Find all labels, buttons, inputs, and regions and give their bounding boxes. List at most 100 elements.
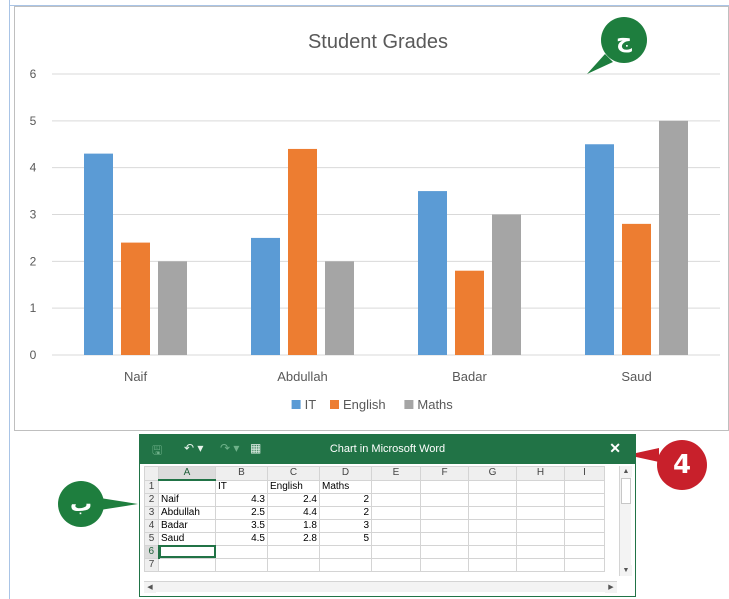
- row-header[interactable]: 1: [144, 479, 159, 494]
- cell[interactable]: 2: [319, 505, 372, 520]
- cell[interactable]: English: [267, 479, 320, 494]
- cell[interactable]: 2.8: [267, 531, 320, 546]
- row-header[interactable]: 4: [144, 518, 159, 533]
- cell[interactable]: [564, 492, 605, 507]
- horizontal-scrollbar[interactable]: ◀ ▶: [144, 581, 617, 593]
- cell[interactable]: [267, 557, 320, 572]
- cell[interactable]: [468, 492, 517, 507]
- cell[interactable]: [371, 531, 421, 546]
- row-header[interactable]: 3: [144, 505, 159, 520]
- cell[interactable]: [564, 557, 605, 572]
- cell[interactable]: [564, 531, 605, 546]
- column-header[interactable]: H: [516, 466, 565, 481]
- cell[interactable]: [420, 505, 469, 520]
- cell[interactable]: [319, 544, 372, 559]
- cell[interactable]: [468, 557, 517, 572]
- cell[interactable]: [371, 557, 421, 572]
- vertical-scrollbar[interactable]: ▲ ▼: [619, 466, 632, 576]
- cell[interactable]: [516, 518, 565, 533]
- cell[interactable]: 2.5: [215, 505, 268, 520]
- cell[interactable]: Saud: [158, 531, 216, 546]
- close-button[interactable]: ✕: [609, 440, 621, 457]
- spreadsheet-grid[interactable]: A B C D E F G H I 1 IT English Maths 2 N…: [144, 466, 605, 572]
- cell[interactable]: [158, 479, 216, 494]
- scroll-down-icon[interactable]: ▼: [620, 565, 632, 576]
- cell[interactable]: [564, 544, 605, 559]
- cell[interactable]: [516, 505, 565, 520]
- cell[interactable]: [468, 544, 517, 559]
- y-tick-label: 1: [30, 301, 37, 315]
- cell[interactable]: [319, 557, 372, 572]
- table-row: 7: [144, 557, 605, 572]
- cell[interactable]: [420, 479, 469, 494]
- y-tick-label: 3: [30, 208, 37, 222]
- cell[interactable]: [564, 505, 605, 520]
- cell[interactable]: [468, 531, 517, 546]
- cell[interactable]: 3.5: [215, 518, 268, 533]
- cell[interactable]: [516, 479, 565, 494]
- cell[interactable]: [371, 479, 421, 494]
- table-row: 3 Abdullah 2.5 4.4 2: [144, 505, 605, 520]
- active-cell[interactable]: [158, 544, 216, 559]
- row-header[interactable]: 6: [144, 544, 160, 559]
- cell[interactable]: [468, 518, 517, 533]
- cell[interactable]: [420, 492, 469, 507]
- cell[interactable]: [420, 518, 469, 533]
- chart-frame[interactable]: Student Grades 0 1 2 3 4 5 6 Naif Abdullah Badar Sa…: [14, 6, 729, 431]
- cell[interactable]: 4.5: [215, 531, 268, 546]
- column-header[interactable]: F: [420, 466, 469, 481]
- cell[interactable]: [468, 505, 517, 520]
- cell[interactable]: [215, 557, 268, 572]
- row-header[interactable]: 2: [144, 492, 159, 507]
- scroll-up-icon[interactable]: ▲: [620, 466, 632, 477]
- cell[interactable]: [420, 544, 469, 559]
- cell[interactable]: 4.4: [267, 505, 320, 520]
- cell[interactable]: [371, 518, 421, 533]
- cell[interactable]: [420, 557, 469, 572]
- column-header[interactable]: C: [267, 466, 320, 481]
- chart-badge-pointer: [587, 54, 613, 74]
- cell[interactable]: Badar: [158, 518, 216, 533]
- cell[interactable]: [158, 557, 216, 572]
- cell[interactable]: [420, 531, 469, 546]
- cell[interactable]: Naif: [158, 492, 216, 507]
- cell[interactable]: [371, 505, 421, 520]
- cell[interactable]: [564, 518, 605, 533]
- cell[interactable]: [516, 544, 565, 559]
- cell[interactable]: 1.8: [267, 518, 320, 533]
- cell[interactable]: 5: [319, 531, 372, 546]
- column-header[interactable]: G: [468, 466, 517, 481]
- cell[interactable]: [267, 544, 320, 559]
- cell[interactable]: [371, 492, 421, 507]
- cell[interactable]: 2.4: [267, 492, 320, 507]
- cell[interactable]: [215, 544, 268, 559]
- row-header[interactable]: 5: [144, 531, 159, 546]
- column-header[interactable]: A: [158, 466, 216, 481]
- excel-data-window[interactable]: 🖫 ↶ ▾ ↷ ▾ ▦ Chart in Microsoft Word ✕ A …: [139, 434, 636, 597]
- cell[interactable]: Abdullah: [158, 505, 216, 520]
- cell[interactable]: [516, 557, 565, 572]
- bar-english-abdullah: [288, 148, 317, 355]
- cell[interactable]: 3: [319, 518, 372, 533]
- scroll-left-icon[interactable]: ◀: [144, 582, 156, 593]
- column-header[interactable]: B: [215, 466, 268, 481]
- select-all-corner[interactable]: [144, 466, 159, 481]
- cell[interactable]: [468, 479, 517, 494]
- cell[interactable]: 2: [319, 492, 372, 507]
- bar-maths-saud: [659, 120, 688, 355]
- cell[interactable]: IT: [215, 479, 268, 494]
- cell[interactable]: Maths: [319, 479, 372, 494]
- cell[interactable]: [564, 479, 605, 494]
- column-header[interactable]: I: [564, 466, 605, 481]
- bar-english-saud: [622, 223, 651, 355]
- scroll-thumb[interactable]: [621, 478, 631, 504]
- row-header[interactable]: 7: [144, 557, 159, 572]
- bar-chart: Student Grades 0 1 2 3 4 5 6 Naif Abdullah Badar Sa…: [30, 31, 720, 412]
- cell[interactable]: [516, 531, 565, 546]
- cell[interactable]: [371, 544, 421, 559]
- scroll-right-icon[interactable]: ▶: [605, 582, 617, 593]
- column-header[interactable]: E: [371, 466, 421, 481]
- cell[interactable]: 4.3: [215, 492, 268, 507]
- column-header[interactable]: D: [319, 466, 372, 481]
- cell[interactable]: [516, 492, 565, 507]
